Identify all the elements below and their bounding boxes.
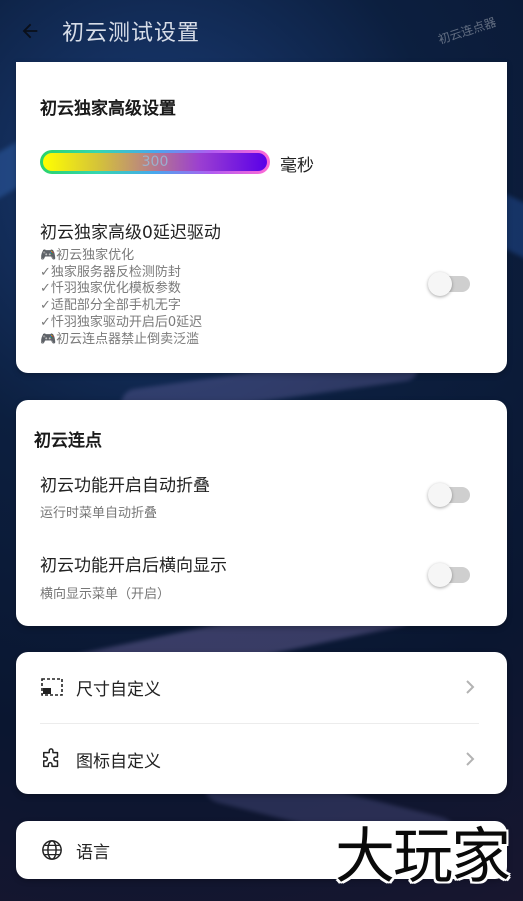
- delay-slider[interactable]: 300: [40, 150, 270, 174]
- feature-list: 🎮初云独家优化 ✓独家服务器反检测防封 ✓忏羽独家优化模板参数 ✓适配部分全部手…: [40, 248, 202, 348]
- feature-item: ✓独家服务器反检测防封: [40, 264, 181, 280]
- customize-card: 尺寸自定义 图标自定义: [16, 652, 507, 794]
- feature-item: 🎮初云连点器禁止倒卖泛滥: [40, 331, 200, 347]
- icon-custom-label: 图标自定义: [76, 751, 161, 772]
- horizontal-toggle[interactable]: [428, 563, 470, 587]
- section-title: 初云连点: [34, 431, 102, 451]
- feature-item: ✓忏羽独家驱动开启后0延迟: [40, 314, 203, 330]
- auto-fold-toggle[interactable]: [428, 483, 470, 507]
- toggle-knob: [428, 563, 452, 587]
- arrow-left-icon: [22, 23, 38, 39]
- advanced-settings-card: 初云独家高级设置 300 毫秒 初云独家高级0延迟驱动 🎮初云独家优化 ✓独家服…: [16, 62, 507, 373]
- feature-item: 🎮初云独家优化: [40, 248, 135, 263]
- resize-icon: [40, 675, 64, 699]
- chevron-right-icon: [466, 752, 475, 766]
- clicker-card: 初云连点 初云功能开启自动折叠 运行时菜单自动折叠 初云功能开启后横向显示 横向…: [16, 400, 507, 626]
- page-title: 初云测试设置: [62, 21, 201, 46]
- feature-item: ✓适配部分全部手机无字: [40, 298, 181, 314]
- language-label: 语言: [76, 842, 110, 863]
- section-title: 初云独家高级设置: [40, 99, 176, 119]
- horizontal-title: 初云功能开启后横向显示: [40, 556, 227, 576]
- horizontal-subtitle: 横向显示菜单（开启）: [40, 587, 171, 602]
- toggle-knob: [428, 272, 452, 296]
- icon-custom-row[interactable]: 图标自定义: [16, 724, 507, 794]
- auto-fold-title: 初云功能开启自动折叠: [40, 476, 210, 496]
- feature-item: ✓忏羽独家优化模板参数: [40, 281, 181, 297]
- slider-unit: 毫秒: [280, 156, 314, 176]
- back-button[interactable]: [8, 9, 52, 53]
- brand-watermark: 大玩家: [335, 822, 511, 892]
- size-custom-row[interactable]: 尺寸自定义: [16, 652, 507, 722]
- driver-title: 初云独家高级0延迟驱动: [40, 223, 221, 243]
- toggle-knob: [428, 483, 452, 507]
- puzzle-icon: [40, 747, 64, 771]
- slider-value: 300: [141, 154, 169, 170]
- chevron-right-icon: [466, 680, 475, 694]
- slider-track: 300: [43, 153, 267, 171]
- driver-toggle[interactable]: [428, 272, 470, 296]
- size-custom-label: 尺寸自定义: [76, 679, 161, 700]
- auto-fold-subtitle: 运行时菜单自动折叠: [40, 506, 158, 521]
- globe-icon: [40, 838, 64, 862]
